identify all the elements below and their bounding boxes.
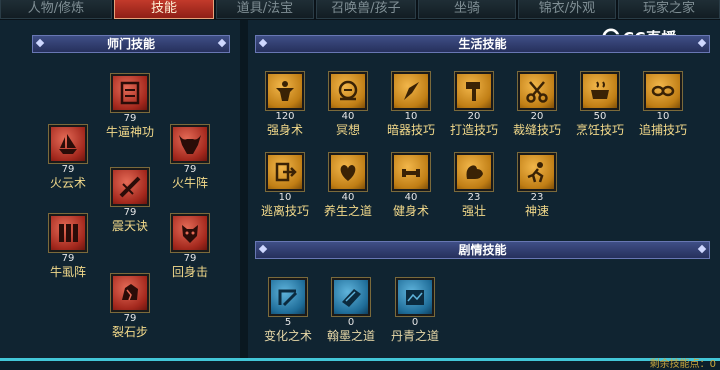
tab-character[interactable]: 人物/修炼: [0, 0, 112, 19]
rock-icon[interactable]: [110, 273, 150, 313]
life-skill-1[interactable]: 120 强身术: [250, 71, 320, 137]
life-skill-11[interactable]: 23 强壮: [439, 152, 509, 218]
plot-skill-1[interactable]: 5 变化之术: [253, 277, 323, 343]
skill-level: 120: [275, 111, 295, 122]
bull-icon[interactable]: [170, 124, 210, 164]
tab-skills[interactable]: 技能: [114, 0, 214, 19]
skill-level: 23: [467, 192, 481, 203]
skill-level: 79: [123, 113, 137, 124]
school-skill-6[interactable]: 79 回身击: [155, 213, 225, 279]
life-skill-9[interactable]: 40 养生之道: [313, 152, 383, 218]
plot-skill-2[interactable]: 0 翰墨之道: [316, 277, 386, 343]
skill-name: 回身击: [171, 265, 208, 279]
ink-icon[interactable]: [331, 277, 371, 317]
skill-name: 冥想: [335, 123, 360, 137]
life-skill-3[interactable]: 10 暗器技巧: [376, 71, 446, 137]
skill-level: 20: [530, 111, 544, 122]
skill-name: 神速: [524, 204, 549, 218]
skill-level: 79: [61, 253, 75, 264]
skill-level: 79: [183, 253, 197, 264]
remaining-skill-points: 剩余技能点：0: [649, 359, 716, 370]
strong-body-icon[interactable]: [265, 71, 305, 111]
scroll-icon[interactable]: [395, 277, 435, 317]
chain-icon[interactable]: [643, 71, 683, 111]
life-skill-8[interactable]: 10 逃离技巧: [250, 152, 320, 218]
tab-bar: 人物/修炼 技能 道具/法宝 召唤兽/孩子 坐骑 锦衣/外观 玩家之家: [0, 0, 720, 20]
life-skill-6[interactable]: 50 烹饪技巧: [565, 71, 635, 137]
skill-name: 牛虱阵: [49, 265, 86, 279]
tab-mount[interactable]: 坐骑: [418, 0, 516, 19]
ship-icon[interactable]: [48, 124, 88, 164]
skill-level: 79: [183, 164, 197, 175]
school-skill-3[interactable]: 79 火牛阵: [155, 124, 225, 190]
life-skill-4[interactable]: 20 打造技巧: [439, 71, 509, 137]
fitness-icon[interactable]: [391, 152, 431, 192]
skill-name: 暗器技巧: [386, 123, 435, 137]
skill-level: 79: [61, 164, 75, 175]
skill-level: 10: [656, 111, 670, 122]
skill-name: 健身术: [392, 204, 429, 218]
life-skill-10[interactable]: 40 健身术: [376, 152, 446, 218]
hammer-icon[interactable]: [454, 71, 494, 111]
life-skills-header: 生活技能: [255, 35, 710, 53]
panel-divider: [240, 20, 248, 358]
skill-level: 40: [404, 192, 418, 203]
skill-name: 强壮: [461, 204, 486, 218]
tab-items[interactable]: 道具/法宝: [216, 0, 314, 19]
tab-summons[interactable]: 召唤兽/孩子: [316, 0, 416, 19]
cooking-icon[interactable]: [580, 71, 620, 111]
bottom-bar: [0, 361, 720, 370]
skill-level: 0: [411, 317, 419, 328]
tab-outfit[interactable]: 锦衣/外观: [518, 0, 616, 19]
plot-skill-3[interactable]: 0 丹青之道: [380, 277, 450, 343]
skill-name: 逃离技巧: [260, 204, 309, 218]
skill-name: 裂石步: [111, 325, 148, 339]
skill-level: 23: [530, 192, 544, 203]
escape-icon[interactable]: [265, 152, 305, 192]
transform-icon[interactable]: [268, 277, 308, 317]
skill-level: 40: [341, 192, 355, 203]
skill-name: 翰墨之道: [326, 329, 375, 343]
skill-level: 10: [278, 192, 292, 203]
skill-level: 40: [341, 111, 355, 122]
skill-name: 火牛阵: [171, 176, 208, 190]
skill-level: 79: [123, 313, 137, 324]
health-icon[interactable]: [328, 152, 368, 192]
dart-icon[interactable]: [391, 71, 431, 111]
skill-level: 50: [593, 111, 607, 122]
demon-icon[interactable]: [170, 213, 210, 253]
school-skill-2[interactable]: 79 火云术: [33, 124, 103, 190]
slash-icon[interactable]: [110, 167, 150, 207]
mask-icon[interactable]: [110, 73, 150, 113]
life-skill-7[interactable]: 10 追捕技巧: [628, 71, 698, 137]
life-skill-5[interactable]: 20 裁缝技巧: [502, 71, 572, 137]
speed-icon[interactable]: [517, 152, 557, 192]
skill-name: 火云术: [49, 176, 86, 190]
skill-name: 烹饪技巧: [575, 123, 624, 137]
school-skill-5[interactable]: 79 牛虱阵: [33, 213, 103, 279]
life-skill-12[interactable]: 23 神速: [502, 152, 572, 218]
skill-name: 变化之术: [263, 329, 312, 343]
skill-name: 丹青之道: [390, 329, 439, 343]
skill-name: 追捕技巧: [638, 123, 687, 137]
plot-skills-header: 剧情技能: [255, 241, 710, 259]
skill-name: 强身术: [266, 123, 303, 137]
school-skills-header: 师门技能: [32, 35, 230, 53]
school-skill-7[interactable]: 79 裂石步: [95, 273, 165, 339]
skill-name: 裁缝技巧: [512, 123, 561, 137]
bars-icon[interactable]: [48, 213, 88, 253]
scissors-icon[interactable]: [517, 71, 557, 111]
skill-level: 20: [467, 111, 481, 122]
tab-home[interactable]: 玩家之家: [618, 0, 720, 19]
skill-name: 打造技巧: [449, 123, 498, 137]
skill-level: 10: [404, 111, 418, 122]
life-skill-2[interactable]: 40 冥想: [313, 71, 383, 137]
skill-level: 0: [347, 317, 355, 328]
skill-level: 5: [284, 317, 292, 328]
muscle-icon[interactable]: [454, 152, 494, 192]
skill-name: 养生之道: [323, 204, 372, 218]
meditate-icon[interactable]: [328, 71, 368, 111]
